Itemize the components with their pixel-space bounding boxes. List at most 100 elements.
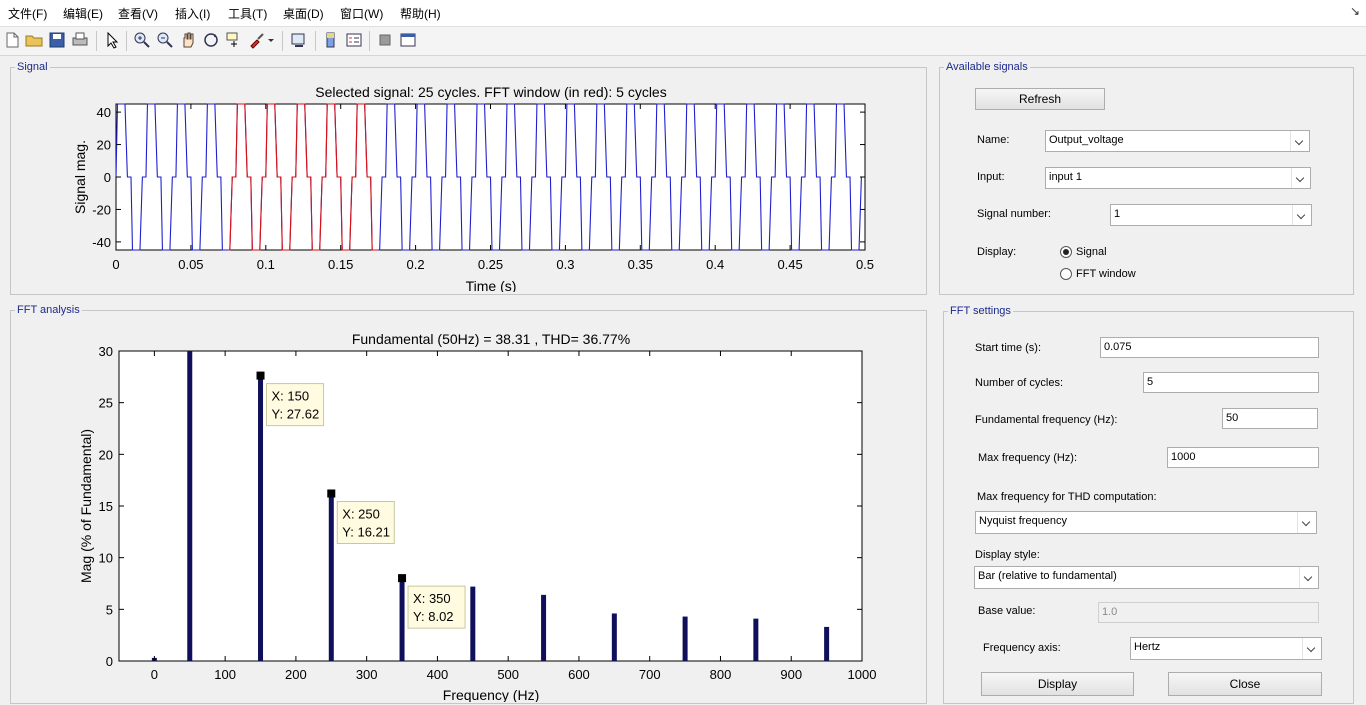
print-icon[interactable] <box>70 30 90 50</box>
open-file-icon[interactable] <box>24 30 44 50</box>
pan-hand-icon[interactable] <box>178 30 198 50</box>
zoom-out-icon[interactable] <box>155 30 175 50</box>
name-select[interactable]: Output_voltage <box>1045 130 1310 152</box>
menu-desktop[interactable]: 桌面(D) <box>283 5 324 22</box>
fft-ylabel: Mag (% of Fundamental) <box>78 429 94 583</box>
fft-bar <box>611 613 617 661</box>
chevron-down-icon <box>1299 567 1318 588</box>
pointer-icon[interactable] <box>102 30 122 50</box>
fft-xtick-label: 1000 <box>848 667 877 682</box>
signal-ytick-label: -40 <box>92 235 111 250</box>
fft-ytick-label: 25 <box>99 396 113 411</box>
fft-ytick-label: 30 <box>99 344 113 359</box>
datatip-marker[interactable] <box>327 489 336 498</box>
fft-xtick-label: 100 <box>214 667 236 682</box>
menu-file[interactable]: 文件(F) <box>8 5 47 22</box>
display-button[interactable]: Display <box>981 672 1134 696</box>
signal-xtick-label: 0.35 <box>628 257 653 272</box>
menu-help[interactable]: 帮助(H) <box>400 5 441 22</box>
fft-ytick-label: 15 <box>99 499 113 514</box>
chevron-down-icon <box>1290 131 1309 151</box>
signal-panel-title: Signal <box>15 61 50 74</box>
brush-dropdown-icon[interactable] <box>266 30 276 50</box>
datatip-y-text: Y: 8.02 <box>413 609 453 624</box>
menu-insert[interactable]: 插入(I) <box>175 5 210 22</box>
menu-tools[interactable]: 工具(T) <box>228 5 267 22</box>
available-signals-panel: Available signals Refresh Name: Output_v… <box>939 61 1354 295</box>
fft-ytick-label: 5 <box>106 602 113 617</box>
signal-xtick-label: 0.4 <box>706 257 724 272</box>
datatip-marker[interactable] <box>398 574 407 583</box>
chevron-down-icon <box>1291 168 1310 188</box>
fft-settings-title: FFT settings <box>948 305 1013 318</box>
fft-bar-plot[interactable]: Fundamental (50Hz) = 38.31 , THD= 36.77%… <box>60 328 910 702</box>
dock-arrow-icon[interactable]: ↘ <box>1350 4 1360 18</box>
zoom-in-icon[interactable] <box>132 30 152 50</box>
num-cycles-label: Number of cycles: <box>975 377 1064 389</box>
data-cursor-icon[interactable] <box>224 30 244 50</box>
fft-settings-panel: FFT settings Start time (s): 0.075 Numbe… <box>943 305 1354 704</box>
start-time-input[interactable]: 0.075 <box>1100 337 1319 358</box>
legend-icon[interactable] <box>344 30 364 50</box>
new-figure-icon[interactable] <box>2 30 22 50</box>
link-plot-icon[interactable] <box>289 30 309 50</box>
input-select[interactable]: input 1 <box>1045 167 1311 189</box>
fft-xtick-label: 600 <box>568 667 590 682</box>
show-plot-tools-icon[interactable] <box>398 30 418 50</box>
signal-ytick-label: 40 <box>97 105 111 120</box>
display-signal-label: Signal <box>1076 246 1107 258</box>
signal-xtick-label: 0 <box>112 257 119 272</box>
fft-xtick-label: 300 <box>356 667 378 682</box>
fft-xlabel: Frequency (Hz) <box>443 687 539 702</box>
refresh-button[interactable]: Refresh <box>975 88 1105 110</box>
signal-xtick-label: 0.45 <box>777 257 802 272</box>
menu-view[interactable]: 查看(V) <box>118 5 158 22</box>
signal-number-value: 1 <box>1114 208 1121 220</box>
signal-ytick-label: -20 <box>92 202 111 217</box>
signal-number-select[interactable]: 1 <box>1110 204 1312 226</box>
max-freq-input[interactable]: 1000 <box>1167 447 1319 468</box>
display-style-label: Display style: <box>975 549 1040 561</box>
start-time-label: Start time (s): <box>975 342 1042 354</box>
menu-window[interactable]: 窗口(W) <box>340 5 383 22</box>
name-label: Name: <box>977 134 1010 146</box>
name-select-value: Output_voltage <box>1049 134 1124 146</box>
num-cycles-input[interactable]: 5 <box>1143 372 1319 393</box>
fft-bar <box>682 616 688 661</box>
rotate-3d-icon[interactable] <box>201 30 221 50</box>
signal-chart-title: Selected signal: 25 cycles. FFT window (… <box>315 84 666 100</box>
hide-plot-tools-icon[interactable] <box>375 30 395 50</box>
fund-freq-input[interactable]: 50 <box>1222 408 1318 429</box>
colorbar-icon[interactable] <box>321 30 341 50</box>
fft-bar <box>470 586 476 661</box>
fft-ytick-label: 20 <box>99 447 113 462</box>
brush-icon[interactable] <box>247 30 267 50</box>
display-signal-radio[interactable] <box>1060 246 1072 258</box>
thd-max-value: Nyquist frequency <box>979 515 1068 527</box>
fft-panel-title: FFT analysis <box>15 304 82 317</box>
display-style-select[interactable]: Bar (relative to fundamental) <box>974 566 1319 589</box>
fft-xtick-label: 500 <box>497 667 519 682</box>
save-icon[interactable] <box>47 30 67 50</box>
datatip-x-text: X: 350 <box>413 591 451 606</box>
base-value-label: Base value: <box>978 605 1036 617</box>
chevron-down-icon <box>1292 205 1311 225</box>
display-fft-window-radio[interactable] <box>1060 268 1072 280</box>
display-style-value: Bar (relative to fundamental) <box>978 570 1117 582</box>
signal-xtick-label: 0.1 <box>257 257 275 272</box>
freq-axis-select[interactable]: Hertz <box>1130 637 1322 660</box>
fund-freq-label: Fundamental frequency (Hz): <box>975 414 1118 426</box>
fft-chart-title: Fundamental (50Hz) = 38.31 , THD= 36.77% <box>352 331 630 347</box>
figure-toolbar <box>0 26 1366 56</box>
input-select-value: input 1 <box>1049 171 1083 183</box>
fft-xtick-label: 700 <box>639 667 661 682</box>
fft-xtick-label: 200 <box>285 667 307 682</box>
menu-edit[interactable]: 编辑(E) <box>63 5 103 22</box>
signal-plot[interactable]: Selected signal: 25 cycles. FFT window (… <box>60 80 900 292</box>
base-value-input: 1.0 <box>1098 602 1319 623</box>
thd-max-select[interactable]: Nyquist frequency <box>975 511 1317 534</box>
close-button[interactable]: Close <box>1168 672 1322 696</box>
datatip-y-text: Y: 27.62 <box>272 407 320 422</box>
datatip-marker[interactable] <box>256 371 265 380</box>
signal-ytick-label: 20 <box>97 138 111 153</box>
